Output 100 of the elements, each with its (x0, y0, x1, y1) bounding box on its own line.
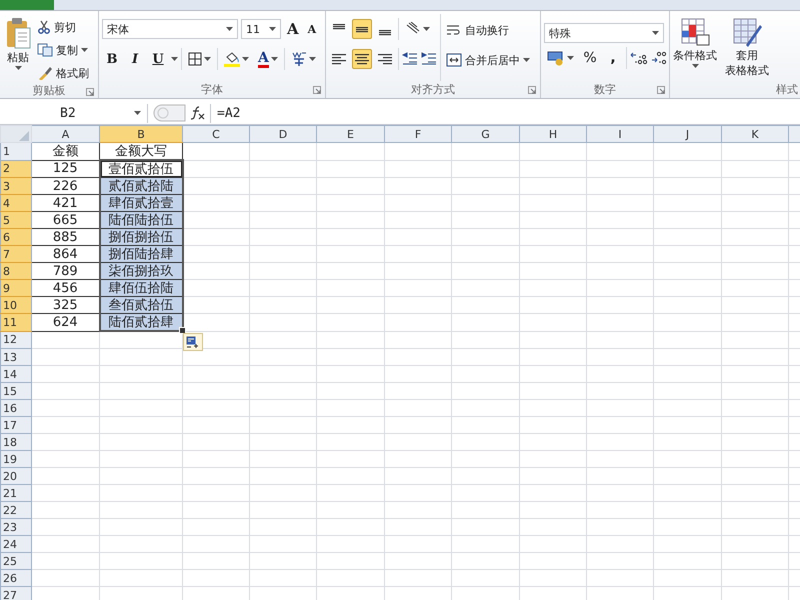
align-center-icon[interactable] (354, 52, 370, 66)
splitter-handle-icon[interactable] (152, 104, 186, 122)
function-icon[interactable] (190, 106, 206, 120)
paste-button[interactable]: 粘贴 (3, 14, 33, 83)
column-header[interactable]: I (586, 126, 654, 142)
caret-icon (14, 66, 22, 70)
font-size-field[interactable]: 11 (241, 19, 281, 39)
row-header[interactable]: 26 (0, 570, 32, 586)
italic-button[interactable]: I (125, 48, 145, 70)
grow-font-button[interactable]: A (284, 18, 302, 40)
row-header[interactable]: 14 (0, 366, 32, 382)
row-header[interactable]: 10 (0, 296, 32, 314)
row-header[interactable]: 3 (0, 178, 32, 194)
row-header[interactable]: 17 (0, 416, 32, 434)
clipboard-icon (5, 17, 31, 49)
column-header[interactable]: K (722, 126, 788, 142)
row-header[interactable]: 20 (0, 468, 32, 484)
caret-icon (308, 57, 316, 61)
paste-options-button[interactable] (182, 333, 202, 351)
corner-triangle-icon (19, 131, 29, 141)
dialog-launcher-icon[interactable] (528, 86, 536, 94)
row-header[interactable]: 1 (0, 142, 32, 160)
percent-button[interactable]: % (580, 47, 600, 69)
font-name-field[interactable]: 宋体 (102, 19, 238, 39)
copy-button[interactable]: 复制 (36, 40, 90, 60)
column-header[interactable]: H (520, 126, 586, 142)
row-header[interactable]: 13 (0, 348, 32, 366)
dialog-launcher-icon[interactable] (86, 88, 94, 96)
formula-field[interactable]: =A2 (210, 104, 800, 122)
align-right-icon[interactable] (377, 52, 393, 66)
cut-button[interactable]: 剪切 (36, 17, 90, 37)
copy-icon (37, 43, 53, 57)
align-left-icon[interactable] (331, 52, 347, 66)
column-header[interactable]: G (452, 126, 520, 142)
caret-icon (226, 27, 233, 31)
row-header[interactable]: 11 (0, 314, 32, 331)
caret-icon (242, 57, 249, 61)
row-header[interactable]: 12 (0, 331, 32, 348)
row-header[interactable]: 9 (0, 280, 32, 296)
bold-button[interactable]: B (102, 48, 122, 70)
wrap-text-button[interactable]: 自动换行 (445, 20, 531, 41)
row-header[interactable]: 22 (0, 502, 32, 518)
phonetic-icon (290, 51, 307, 67)
format-as-table-button[interactable]: 套用 表格格式 (722, 14, 772, 81)
row-header[interactable]: 5 (0, 212, 32, 228)
increase-indent-icon[interactable] (421, 52, 437, 66)
conditional-formatting-button[interactable]: 条件格式 (670, 14, 720, 81)
caret-icon (204, 57, 211, 61)
column-header[interactable]: A (32, 126, 100, 142)
merge-cells-icon (446, 53, 462, 68)
caret-icon (171, 57, 178, 61)
row-header[interactable]: 6 (0, 228, 32, 246)
shrink-font-button[interactable]: A (304, 18, 320, 40)
table-highlight-icon (680, 17, 710, 47)
column-header[interactable]: B (100, 126, 182, 142)
row-header[interactable]: 24 (0, 536, 32, 552)
row-header[interactable]: 7 (0, 246, 32, 262)
caret-icon (423, 27, 430, 31)
number-format-field[interactable]: 特殊 (544, 23, 664, 43)
row-header[interactable]: 25 (0, 552, 32, 570)
caret-icon (134, 111, 141, 115)
row-header[interactable]: 19 (0, 450, 32, 468)
column-header[interactable]: E (316, 126, 384, 142)
group-label: 字体 (201, 82, 223, 97)
name-box[interactable]: B2 (0, 104, 148, 122)
comma-button[interactable]: , (603, 47, 623, 69)
column-header[interactable]: D (250, 126, 316, 142)
caret-icon (567, 56, 574, 60)
paste-options-icon (186, 336, 200, 348)
row-header[interactable]: 2 (0, 160, 32, 178)
table-brush-icon (732, 17, 762, 47)
row-header[interactable]: 16 (0, 400, 32, 416)
dialog-launcher-icon[interactable] (657, 86, 665, 94)
fill-handle[interactable] (178, 327, 186, 334)
dialog-launcher-icon[interactable] (313, 86, 321, 94)
font-color-button[interactable]: A (255, 48, 281, 70)
decrease-indent-icon[interactable] (402, 52, 418, 66)
column-header[interactable]: J (654, 126, 722, 142)
group-label: 对齐方式 (411, 82, 455, 97)
row-header[interactable]: 15 (0, 382, 32, 400)
scissors-icon (37, 20, 51, 34)
row-header[interactable]: 21 (0, 484, 32, 502)
row-header[interactable]: 8 (0, 262, 32, 280)
underline-button[interactable]: U (148, 48, 168, 70)
caret-icon (692, 64, 698, 68)
merge-center-button[interactable]: 合并后居中 (445, 50, 531, 70)
caret-icon (523, 58, 530, 62)
row-header[interactable]: 4 (0, 194, 32, 212)
decrease-decimal-icon[interactable] (651, 51, 669, 65)
group-label: 数字 (594, 82, 616, 97)
row-header[interactable]: 23 (0, 518, 32, 536)
increase-decimal-icon[interactable] (630, 51, 648, 65)
caret-icon (270, 57, 278, 61)
format-painter-button[interactable]: 格式刷 (36, 63, 90, 83)
column-header[interactable]: C (182, 126, 250, 142)
column-header[interactable]: F (384, 126, 452, 142)
row-header[interactable]: 27 (0, 586, 32, 600)
row-header[interactable]: 18 (0, 434, 32, 450)
caret-icon (652, 31, 659, 35)
money-icon (547, 50, 565, 66)
